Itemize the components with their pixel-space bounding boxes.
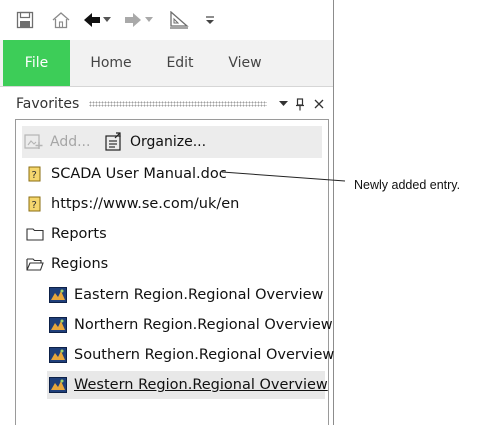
callout-leader-line bbox=[221, 171, 346, 182]
callout-text: Newly added entry. bbox=[354, 178, 461, 192]
